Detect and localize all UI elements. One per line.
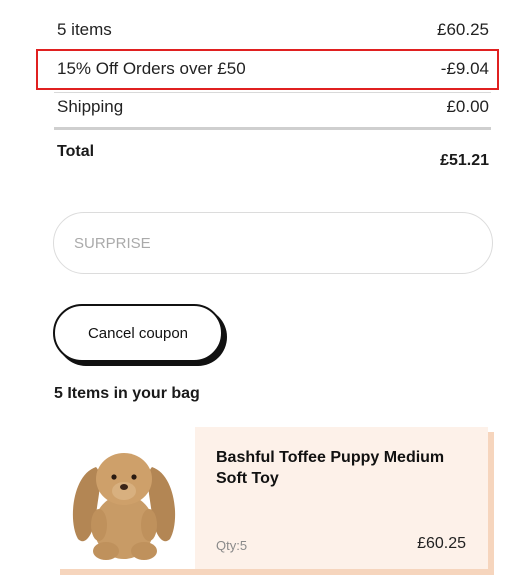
total-divider [54, 127, 491, 130]
shipping-value: £0.00 [446, 97, 489, 116]
items-subtotal-value: £60.25 [437, 20, 489, 39]
product-image[interactable] [54, 427, 195, 569]
product-title[interactable]: Bashful Toffee Puppy Medium Soft Toy [216, 447, 472, 489]
product-price: £60.25 [417, 535, 466, 552]
items-count-label: 5 items [57, 20, 112, 39]
total-value: £51.21 [440, 152, 489, 169]
cancel-coupon-button[interactable]: Cancel coupon [53, 304, 223, 362]
shipping-label: Shipping [57, 97, 124, 116]
summary-items-row: 5 items £60.25 [57, 20, 489, 40]
summary-divider [54, 92, 491, 93]
product-qty: Qty:5 [216, 538, 248, 553]
bag-title: 5 Items in your bag [54, 385, 200, 402]
coupon-input[interactable] [53, 212, 493, 274]
discount-highlight-box [36, 49, 499, 90]
puppy-toy-image [72, 453, 176, 560]
bag-item-card: Bashful Toffee Puppy Medium Soft Toy Qty… [54, 427, 488, 569]
total-label: Total [57, 143, 95, 160]
shipping-row: Shipping £0.00 [57, 97, 489, 117]
